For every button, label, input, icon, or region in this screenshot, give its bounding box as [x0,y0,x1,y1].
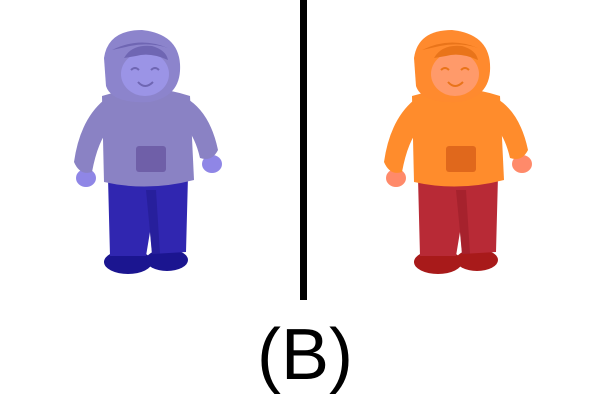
orange-toy-figure [384,30,532,274]
face [431,52,479,96]
hoodie-pocket [446,146,476,172]
left-panel [0,0,300,300]
right-panel [310,0,610,300]
pants [418,176,498,256]
caption-label: (B) [257,315,353,395]
vertical-divider [300,0,307,300]
pants [108,176,188,256]
face [121,52,169,96]
purple-toy-figure [74,30,222,274]
hoodie-pocket [136,146,166,172]
